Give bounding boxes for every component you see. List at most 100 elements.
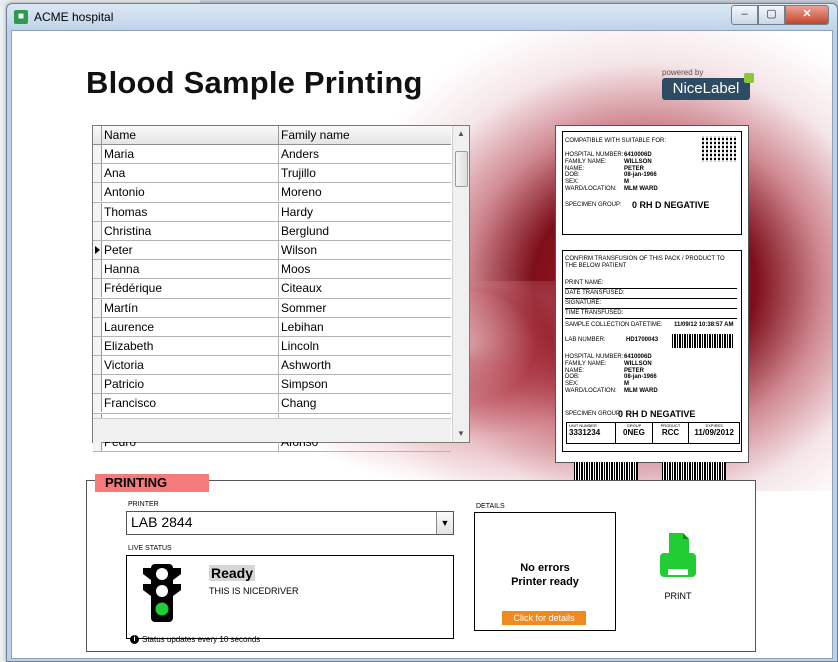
cell-name[interactable]: Antonio (104, 185, 145, 199)
cell-family-name[interactable]: Wilson (281, 243, 317, 257)
cell-name[interactable]: Laurence (104, 320, 154, 334)
table-row[interactable]: Patricio Simpson (93, 375, 451, 395)
cell-divider (278, 183, 279, 202)
cell-family-name[interactable]: Sommer (281, 301, 326, 315)
group-value: 0NEG (623, 428, 645, 437)
lab-barcode-icon (672, 334, 734, 348)
cell-name[interactable]: Hanna (104, 262, 139, 276)
table-row[interactable]: Ana Trujillo (93, 164, 451, 184)
cell-name[interactable]: Thomas (104, 205, 147, 219)
cell-name[interactable]: Frédérique (104, 281, 162, 295)
app-logo-icon: ■ (14, 10, 28, 24)
print-button[interactable]: PRINT (652, 531, 704, 605)
row-selector[interactable] (93, 145, 102, 163)
table-row[interactable]: Victoria Ashworth (93, 356, 451, 376)
chevron-down-icon[interactable]: ▼ (436, 512, 453, 534)
cell-name[interactable]: Ana (104, 166, 125, 180)
table-row[interactable]: Martín Sommer (93, 298, 451, 318)
cell-family-name[interactable]: Citeaux (281, 281, 322, 295)
logo-wordmark: NiceLabel (662, 78, 750, 100)
cell-divider (278, 279, 279, 298)
grid-scrollbar[interactable]: ▲ ▼ (452, 126, 469, 442)
cell-divider (278, 164, 279, 183)
label-field: DOB: (565, 172, 580, 179)
label-value: 6410006D (624, 354, 652, 360)
current-row-indicator-icon[interactable] (93, 240, 102, 259)
table-row[interactable]: Peter Wilson (93, 240, 451, 261)
cell-family-name[interactable]: Hardy (281, 205, 313, 219)
label-field: NAME: (565, 165, 585, 172)
cell-family-name[interactable]: Chang (281, 396, 316, 410)
label-compat: COMPATIBLE WITH SUITABLE FOR: (565, 138, 667, 144)
table-row[interactable]: Frédérique Citeaux (93, 279, 451, 299)
details-line-2: Printer ready (511, 576, 579, 588)
row-selector[interactable] (93, 221, 102, 240)
cell-name[interactable]: Victoria (104, 358, 144, 372)
click-for-details-button[interactable]: Click for details (502, 611, 586, 625)
row-selector[interactable] (93, 164, 102, 183)
cell-name[interactable]: Peter (104, 243, 133, 257)
status-ready-text: Ready (209, 565, 256, 581)
row-selector[interactable] (93, 356, 102, 375)
row-selector[interactable] (93, 336, 102, 355)
cell-family-name[interactable]: Ashworth (281, 358, 331, 372)
table-row[interactable]: Maria Anders (93, 145, 451, 165)
row-selector[interactable] (93, 260, 102, 279)
cell-divider (278, 240, 279, 259)
cell-family-name[interactable]: Moos (281, 262, 310, 276)
window-title: ACME hospital (34, 10, 114, 24)
table-row[interactable]: Hanna Moos (93, 260, 451, 280)
cell-divider (278, 221, 279, 240)
close-button[interactable]: ✕ (785, 5, 829, 25)
column-header-family-name[interactable]: Family name (281, 128, 350, 142)
driver-name: THIS IS NICEDRIVER (209, 586, 299, 596)
row-selector[interactable] (93, 317, 102, 336)
column-divider[interactable] (278, 126, 279, 144)
cell-family-name[interactable]: Anders (281, 147, 319, 161)
row-selector[interactable] (93, 298, 102, 317)
window-controls: – ▢ ✕ (731, 5, 829, 25)
cell-name[interactable]: Elizabeth (104, 339, 153, 353)
row-selector[interactable] (93, 202, 102, 221)
cell-family-name[interactable]: Lincoln (281, 339, 319, 353)
row-selector[interactable] (93, 183, 102, 202)
printer-select[interactable]: LAB 2844 ▼ (126, 511, 454, 535)
table-row[interactable]: Antonio Moreno (93, 183, 451, 203)
scroll-up-icon[interactable]: ▲ (453, 126, 469, 142)
cell-family-name[interactable]: Simpson (281, 377, 328, 391)
table-row[interactable]: Thomas Hardy (93, 202, 451, 222)
scroll-down-icon[interactable]: ▼ (453, 426, 469, 442)
table-row[interactable]: Laurence Lebihan (93, 317, 451, 337)
label-field: WARD/LOCATION: (565, 387, 617, 394)
patient-grid[interactable]: Name Family name Maria Anders Ana Trujillo A… (92, 125, 470, 452)
row-selector[interactable] (93, 394, 102, 413)
cell-name[interactable]: Martín (104, 301, 138, 315)
label-sample-collection-value: 11/09/12 10:38:57 AM (674, 322, 734, 328)
cell-name[interactable]: Christina (104, 224, 151, 238)
table-row[interactable]: Christina Berglund (93, 221, 451, 241)
cell-name[interactable]: Patricio (104, 377, 144, 391)
label-field: DOB: (565, 374, 580, 381)
table-row[interactable]: Francisco Chang (93, 394, 451, 414)
cell-family-name[interactable]: Berglund (281, 224, 329, 238)
label-bottom-values: 6410006D WILLSON PETER 08-jan-1966 M MLM… (624, 354, 658, 395)
table-row[interactable]: Elizabeth Lincoln (93, 336, 451, 357)
cell-name[interactable]: Francisco (104, 396, 156, 410)
column-header-name[interactable]: Name (104, 128, 136, 142)
label-value: PETER (624, 165, 645, 172)
cell-family-name[interactable]: Trujillo (281, 166, 316, 180)
label-value: M (624, 179, 629, 186)
cell-name[interactable]: Maria (104, 147, 134, 161)
cell-divider (278, 336, 279, 355)
label-confirm: CONFIRM TRANSFUSION OF THIS PACK / PRODU… (565, 256, 725, 269)
cell-family-name[interactable]: Lebihan (281, 320, 324, 334)
title-bar: ■ ACME hospital – ▢ ✕ (7, 4, 837, 30)
cell-divider (278, 298, 279, 317)
label-value: MLM WARD (624, 387, 658, 394)
scroll-thumb[interactable] (455, 151, 468, 187)
cell-family-name[interactable]: Moreno (281, 185, 322, 199)
row-selector[interactable] (93, 279, 102, 298)
row-selector[interactable] (93, 375, 102, 394)
minimize-button[interactable]: – (731, 5, 758, 25)
maximize-button[interactable]: ▢ (758, 5, 785, 25)
